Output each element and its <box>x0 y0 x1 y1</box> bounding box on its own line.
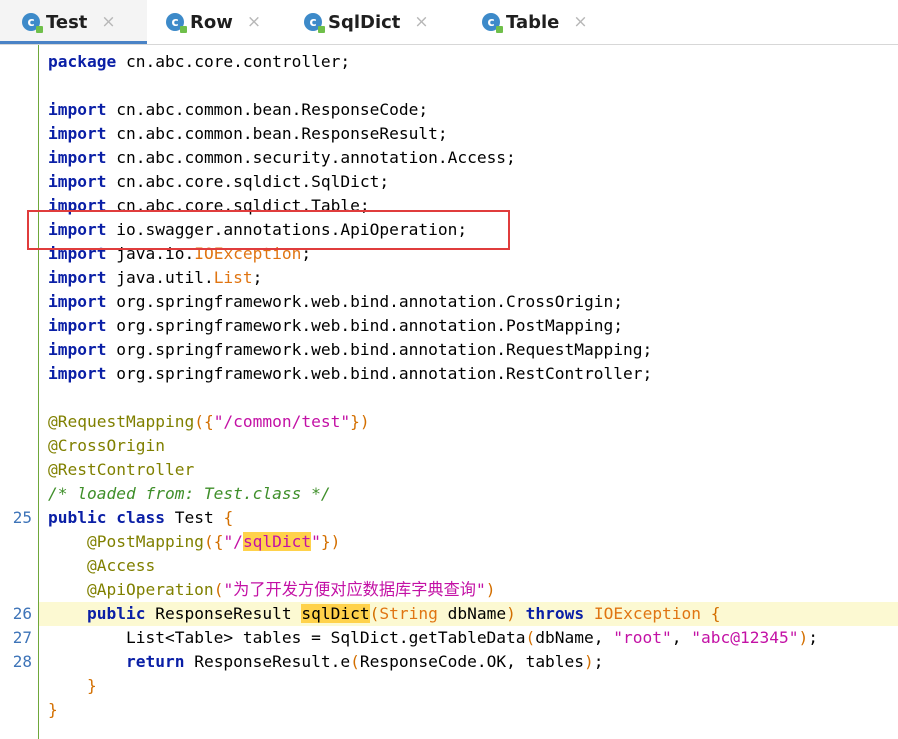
tab-table[interactable]: c Table × <box>482 0 588 44</box>
line-number: 26 <box>12 604 32 623</box>
line-number: 25 <box>12 508 32 527</box>
code-line: import cn.abc.common.security.annotation… <box>48 148 516 167</box>
code-line: import cn.abc.core.sqldict.SqlDict; <box>48 172 390 191</box>
code-line: import org.springframework.web.bind.anno… <box>48 316 624 335</box>
code-line: } <box>48 700 58 719</box>
line-number-gutter: 25 26 27 28 <box>0 45 39 739</box>
tab-label: Test <box>46 11 88 33</box>
code-line: return ResponseResult.e(ResponseCode.OK,… <box>125 652 604 671</box>
code-line-current: public ResponseResult sqlDict(String dbN… <box>39 602 898 626</box>
code-line: @ApiOperation("为了开发方便对应数据库字典查询") <box>86 580 496 599</box>
close-icon[interactable]: × <box>573 12 587 32</box>
code-line: @RequestMapping({"/common/test"}) <box>48 412 370 431</box>
code-comment: /* loaded from: Test.class */ <box>48 484 331 503</box>
code-line: import org.springframework.web.bind.anno… <box>48 340 653 359</box>
code-line: import org.springframework.web.bind.anno… <box>48 364 653 383</box>
code-line: public class Test { <box>48 508 234 527</box>
class-c-icon: c <box>22 13 43 33</box>
tab-label: Row <box>190 11 233 33</box>
code-line: @CrossOrigin <box>48 436 165 455</box>
code-line: import cn.abc.common.bean.ResponseCode; <box>48 100 429 119</box>
close-icon[interactable]: × <box>101 12 115 32</box>
tab-label: Table <box>506 11 560 33</box>
code-line: @RestController <box>48 460 195 479</box>
line-number: 27 <box>12 628 32 647</box>
editor-tab-bar: c Test × c Row × c SqlDict × c Table × <box>0 0 898 45</box>
code-line: List<Table> tables = SqlDict.getTableDat… <box>125 628 818 647</box>
code-line: @Access <box>86 556 156 575</box>
code-line: } <box>86 676 97 695</box>
tab-test[interactable]: c Test × <box>0 0 147 44</box>
close-icon[interactable]: × <box>247 12 261 32</box>
code-line: import org.springframework.web.bind.anno… <box>48 292 624 311</box>
code-editor[interactable]: package cn.abc.core.controller; import c… <box>39 45 898 739</box>
code-line: package cn.abc.core.controller; <box>48 52 351 71</box>
line-number: 28 <box>12 652 32 671</box>
code-line: import java.util.List; <box>48 268 263 287</box>
highlight-box <box>27 210 510 250</box>
code-line: @PostMapping({"/sqlDict"}) <box>86 532 341 551</box>
class-c-icon: c <box>166 13 187 33</box>
class-c-icon: c <box>304 13 325 33</box>
tab-label: SqlDict <box>328 11 401 33</box>
close-icon[interactable]: × <box>414 12 428 32</box>
tab-sqldict[interactable]: c SqlDict × <box>304 0 429 44</box>
code-line: import cn.abc.common.bean.ResponseResult… <box>48 124 448 143</box>
class-c-icon: c <box>482 13 503 33</box>
tab-row[interactable]: c Row × <box>166 0 261 44</box>
